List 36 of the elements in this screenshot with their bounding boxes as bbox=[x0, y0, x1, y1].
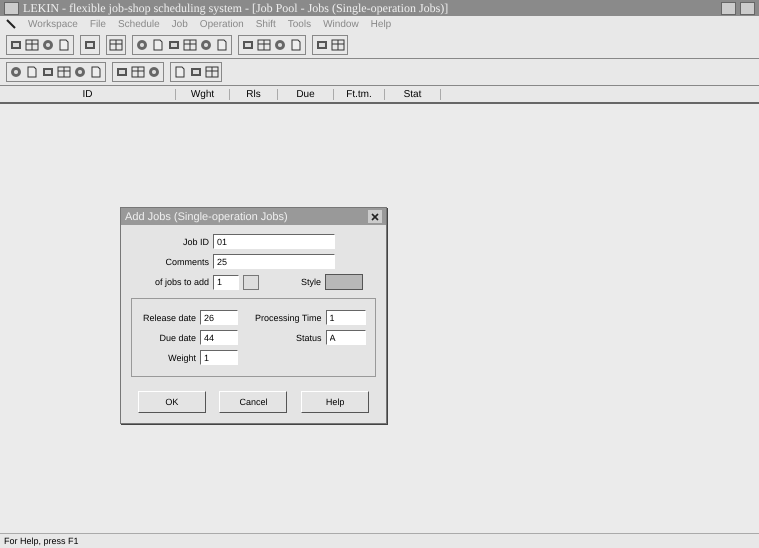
field-label: Style bbox=[300, 277, 321, 287]
column-header[interactable]: ID bbox=[0, 88, 176, 100]
spinner-icon[interactable] bbox=[243, 274, 259, 290]
field-label: Release date bbox=[142, 312, 196, 322]
input-field[interactable]: A bbox=[326, 330, 366, 345]
close-icon bbox=[371, 212, 379, 220]
column-header[interactable]: Wght bbox=[176, 88, 230, 100]
dialog-title: Add Jobs (Single-operation Jobs) bbox=[125, 210, 288, 222]
field-label: Due date bbox=[158, 332, 196, 342]
input-field[interactable]: 1 bbox=[213, 274, 239, 290]
field-label: Status bbox=[294, 332, 322, 342]
restore-button[interactable] bbox=[740, 2, 755, 14]
input-field[interactable]: 25 bbox=[213, 254, 335, 269]
input-field[interactable]: 1 bbox=[326, 310, 366, 325]
status-text: For Help, press F1 bbox=[4, 536, 79, 546]
field-label: Processing Time bbox=[254, 312, 322, 322]
column-header[interactable]: Rls bbox=[230, 88, 278, 100]
column-header[interactable]: Due bbox=[278, 88, 334, 100]
input-field[interactable]: 01 bbox=[213, 234, 335, 249]
column-header[interactable]: Stat bbox=[385, 88, 441, 100]
close-button[interactable] bbox=[368, 210, 382, 223]
minimize-button[interactable] bbox=[721, 2, 736, 14]
window-title: LEKIN - flexible job-shop scheduling system - [Job Pool - Jobs (Single-operation Jobs)] bbox=[23, 0, 450, 16]
field-label: of jobs to add bbox=[154, 277, 209, 287]
input-field[interactable]: 1 bbox=[200, 350, 238, 365]
input-field[interactable]: 26 bbox=[200, 310, 238, 325]
dialog-button[interactable]: Help bbox=[301, 391, 370, 413]
input-field[interactable]: 44 bbox=[200, 330, 238, 345]
field-label: Weight bbox=[167, 352, 196, 362]
field-label: Job ID bbox=[182, 236, 209, 246]
dialog-button[interactable]: OK bbox=[138, 391, 206, 413]
app-icon bbox=[4, 2, 19, 14]
style-swatch[interactable] bbox=[325, 274, 363, 290]
dialog-button[interactable]: Cancel bbox=[219, 391, 288, 413]
field-label: Comments bbox=[164, 256, 209, 266]
column-header[interactable]: Ft.tm. bbox=[334, 88, 385, 100]
